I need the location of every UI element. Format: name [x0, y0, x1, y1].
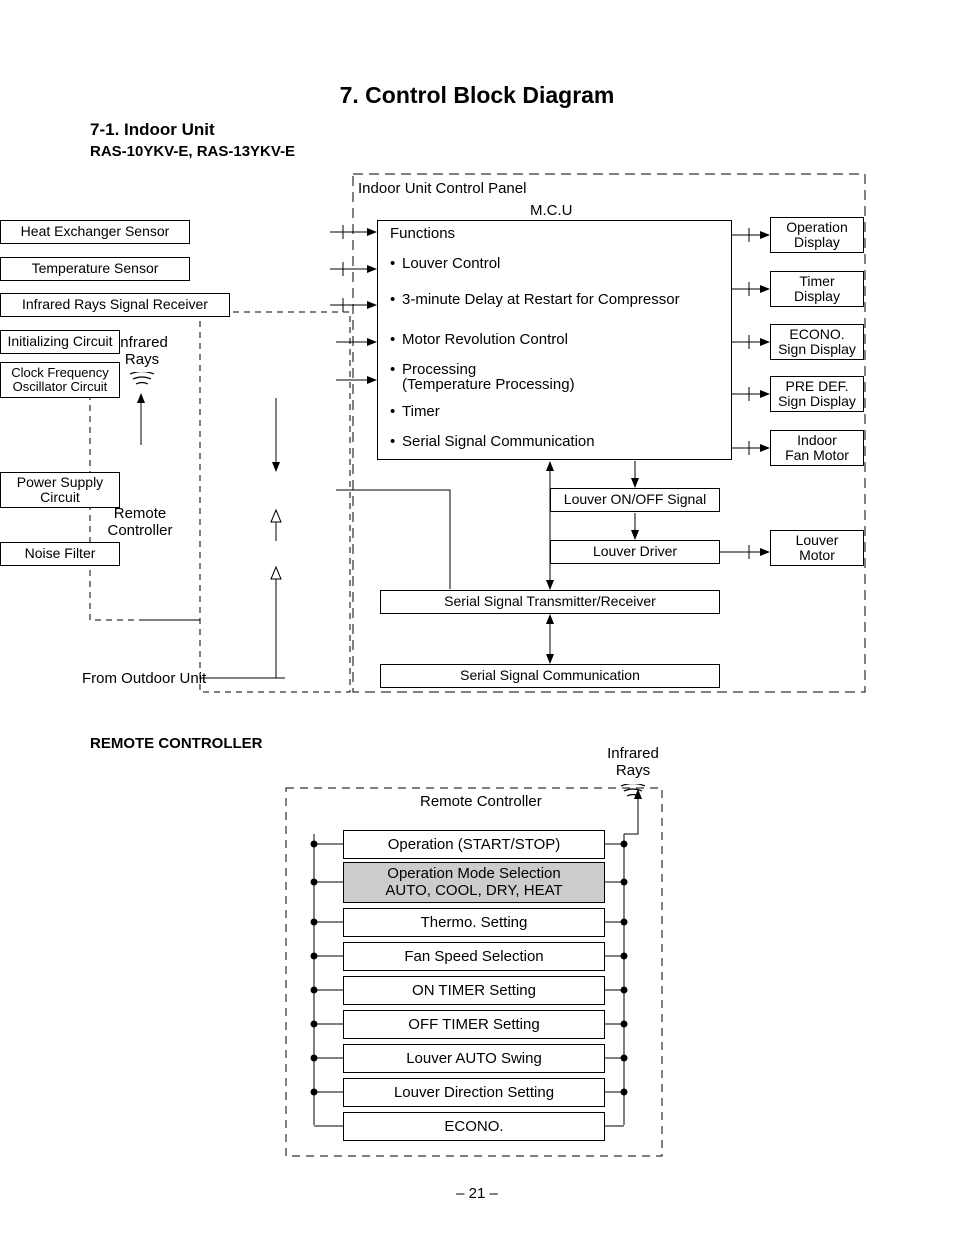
page-number: – 21 –: [0, 1185, 954, 1202]
box-serial-txrx: Serial Signal Transmitter/Receiver: [380, 590, 720, 614]
rc-ir-label: InfraredRays: [603, 745, 663, 779]
box-econo-display: ECONO.Sign Display: [770, 324, 864, 360]
infrared-icon: [128, 372, 156, 388]
rc-heading: REMOTE CONTROLLER: [90, 735, 263, 752]
func-motor-rev: Motor Revolution Control: [402, 332, 568, 362]
mcu-label: M.C.U: [530, 202, 573, 219]
infrared-rays-label: InfraredRays: [112, 334, 172, 368]
func-3min-delay: 3-minute Delay at Restart for Compressor: [402, 292, 680, 332]
page-root: 7. Control Block Diagram 7-1. Indoor Uni…: [0, 0, 954, 1235]
remote-controller-label: RemoteController: [100, 505, 180, 539]
rc-thermo: Thermo. Setting: [343, 908, 605, 937]
rc-econo: ECONO.: [343, 1112, 605, 1141]
rc-louver-auto: Louver AUTO Swing: [343, 1044, 605, 1073]
box-serial-comm: Serial Signal Communication: [380, 664, 720, 688]
rc-title: Remote Controller: [420, 793, 542, 810]
box-louver-signal: Louver ON/OFF Signal: [550, 488, 720, 512]
box-operation-display: OperationDisplay: [770, 217, 864, 253]
from-outdoor-label: From Outdoor Unit: [82, 670, 206, 687]
models-heading: RAS-10YKV-E, RAS-13YKV-E: [90, 143, 295, 160]
func-timer: Timer: [402, 404, 440, 434]
box-timer-display: TimerDisplay: [770, 271, 864, 307]
box-ir-receiver: Infrared Rays Signal Receiver: [0, 293, 230, 317]
box-initializing-circuit: Initializing Circuit: [0, 330, 120, 354]
box-power-supply: Power SupplyCircuit: [0, 472, 120, 508]
rc-fan-speed: Fan Speed Selection: [343, 942, 605, 971]
page-title: 7. Control Block Diagram: [0, 82, 954, 109]
func-serial: Serial Signal Communication: [402, 434, 595, 449]
box-predef-display: PRE DEF.Sign Display: [770, 376, 864, 412]
section-heading: 7-1. Indoor Unit: [90, 120, 215, 140]
rc-infrared-icon: [619, 784, 647, 800]
box-clock-freq: Clock FrequencyOscillator Circuit: [0, 362, 120, 398]
rc-on-timer: ON TIMER Setting: [343, 976, 605, 1005]
functions-list: •Louver Control •3-minute Delay at Resta…: [390, 256, 720, 449]
box-heat-exchanger-sensor: Heat Exchanger Sensor: [0, 220, 190, 244]
box-louver-motor: LouverMotor: [770, 530, 864, 566]
func-louver-control: Louver Control: [402, 256, 500, 292]
rc-off-timer: OFF TIMER Setting: [343, 1010, 605, 1039]
box-louver-driver: Louver Driver: [550, 540, 720, 564]
box-noise-filter: Noise Filter: [0, 542, 120, 566]
panel-label: Indoor Unit Control Panel: [358, 180, 526, 197]
box-temperature-sensor: Temperature Sensor: [0, 257, 190, 281]
rc-louver-dir: Louver Direction Setting: [343, 1078, 605, 1107]
rc-op-mode-l2: AUTO, COOL, DRY, HEAT: [344, 883, 604, 900]
rc-op-mode: Operation Mode Selection AUTO, COOL, DRY…: [343, 862, 605, 903]
rc-op-mode-l1: Operation Mode Selection: [344, 866, 604, 883]
box-indoor-fan-motor: IndoorFan Motor: [770, 430, 864, 466]
box-mcu-functions: Functions •Louver Control •3-minute Dela…: [377, 220, 732, 460]
func-processing: Processing(Temperature Processing): [402, 362, 575, 404]
rc-op-start-stop: Operation (START/STOP): [343, 830, 605, 859]
functions-title: Functions: [390, 225, 455, 242]
